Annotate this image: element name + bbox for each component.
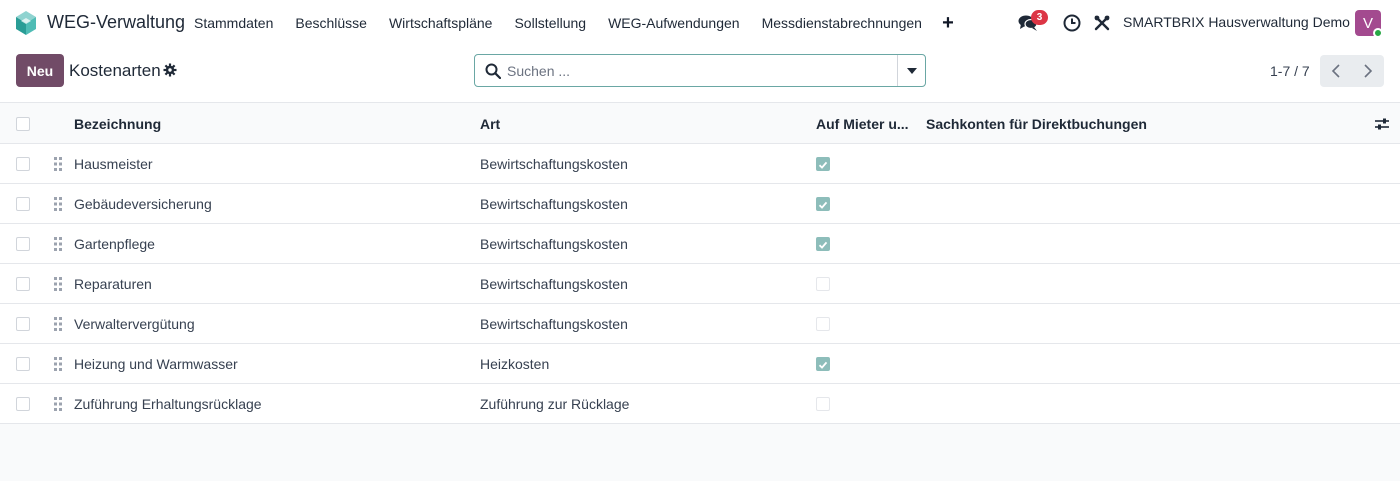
search-bar: [474, 54, 926, 87]
row-select-checkbox[interactable]: [16, 357, 30, 371]
top-navbar: WEG-Verwaltung Stammdaten Beschlüsse Wir…: [0, 0, 1400, 46]
column-header-sachkonten[interactable]: Sachkonten für Direktbuchungen: [926, 116, 1346, 132]
checkbox-checked: [816, 197, 830, 211]
cell-bezeichnung: Heizung und Warmwasser: [74, 356, 238, 372]
menu-item-sollstellung[interactable]: Sollstellung: [503, 15, 597, 31]
table-header: Bezeichnung Art Auf Mieter u... Sachkont…: [0, 104, 1400, 144]
checkmark-icon: [818, 361, 828, 369]
optional-columns-icon[interactable]: [1374, 116, 1390, 132]
checkbox-unchecked: [816, 277, 830, 291]
cell-art: Bewirtschaftungskosten: [480, 156, 628, 172]
table-row[interactable]: Heizung und Warmwasser Heizkosten: [0, 344, 1400, 384]
column-header-auf-mieter[interactable]: Auf Mieter u...: [816, 116, 912, 132]
chevron-left-icon: [1331, 64, 1340, 78]
cell-bezeichnung: Zuführung Erhaltungsrücklage: [74, 396, 262, 412]
cell-bezeichnung: Gebäudeversicherung: [74, 196, 212, 212]
cell-art: Bewirtschaftungskosten: [480, 196, 628, 212]
row-select-checkbox[interactable]: [16, 237, 30, 251]
drag-handle-icon[interactable]: [53, 276, 63, 292]
cell-bezeichnung: Verwaltervergütung: [74, 316, 195, 332]
row-select-checkbox[interactable]: [16, 277, 30, 291]
table-row[interactable]: Hausmeister Bewirtschaftungskosten: [0, 144, 1400, 184]
drag-handle-icon[interactable]: [53, 236, 63, 252]
menu-item-beschluesse[interactable]: Beschlüsse: [284, 15, 378, 31]
column-header-bezeichnung[interactable]: Bezeichnung: [74, 116, 464, 132]
plus-icon[interactable]: +: [933, 0, 963, 46]
checkmark-icon: [818, 241, 828, 249]
activity-button[interactable]: [1060, 0, 1084, 46]
main-menu: Stammdaten Beschlüsse Wirtschaftspläne S…: [183, 0, 963, 46]
menu-item-messdienstabrechnungen[interactable]: Messdienstabrechnungen: [751, 15, 933, 31]
pager-value[interactable]: 1-7 / 7: [1270, 63, 1310, 79]
checkbox-unchecked: [816, 397, 830, 411]
search-icon: [485, 63, 501, 79]
table-row[interactable]: Gebäudeversicherung Bewirtschaftungskoste…: [0, 184, 1400, 224]
cell-art: Bewirtschaftungskosten: [480, 316, 628, 332]
pager-next-button[interactable]: [1352, 55, 1384, 87]
company-switcher[interactable]: SMARTBRIX Hausverwaltung Demo: [1123, 14, 1350, 30]
drag-handle-icon[interactable]: [53, 196, 63, 212]
table-row[interactable]: Zuführung Erhaltungsrücklage Zuführung zu…: [0, 384, 1400, 424]
cell-bezeichnung: Gartenpflege: [74, 236, 155, 252]
drag-handle-icon[interactable]: [53, 156, 63, 172]
chevron-right-icon: [1364, 64, 1373, 78]
cell-bezeichnung: Hausmeister: [74, 156, 153, 172]
drag-handle-icon[interactable]: [53, 316, 63, 332]
app-logo-icon[interactable]: [12, 9, 40, 37]
row-select-checkbox[interactable]: [16, 157, 30, 171]
cell-art: Heizkosten: [480, 356, 550, 372]
checkbox-checked: [816, 157, 830, 171]
gear-icon[interactable]: [163, 63, 177, 77]
checkbox-checked: [816, 237, 830, 251]
control-panel: Neu Kostenarten 1-7 / 7: [0, 46, 1400, 103]
drag-handle-icon[interactable]: [53, 356, 63, 372]
online-status-icon: [1373, 28, 1383, 38]
caret-down-icon: [907, 67, 917, 74]
table-row[interactable]: Verwaltervergütung Bewirtschaftungskosten: [0, 304, 1400, 344]
page-title[interactable]: Kostenarten: [69, 61, 161, 81]
table-body: Hausmeister Bewirtschaftungskosten Gebäude…: [0, 144, 1400, 424]
table-row[interactable]: Reparaturen Bewirtschaftungskosten: [0, 264, 1400, 304]
tools-button[interactable]: [1090, 0, 1114, 46]
tools-icon: [1094, 15, 1110, 31]
table-row[interactable]: Gartenpflege Bewirtschaftungskosten: [0, 224, 1400, 264]
cell-bezeichnung: Reparaturen: [74, 276, 152, 292]
checkmark-icon: [818, 201, 828, 209]
column-header-art[interactable]: Art: [480, 116, 800, 132]
app-title[interactable]: WEG-Verwaltung: [47, 12, 185, 33]
search-options-toggle[interactable]: [898, 55, 926, 86]
clock-icon: [1063, 14, 1081, 32]
pager-previous-button[interactable]: [1320, 55, 1352, 87]
menu-item-weg-aufwendungen[interactable]: WEG-Aufwendungen: [597, 15, 751, 31]
messages-badge: 3: [1031, 10, 1048, 25]
checkmark-icon: [818, 161, 828, 169]
cell-art: Zuführung zur Rücklage: [480, 396, 630, 412]
new-button[interactable]: Neu: [16, 54, 64, 87]
row-select-checkbox[interactable]: [16, 317, 30, 331]
cell-art: Bewirtschaftungskosten: [480, 276, 628, 292]
menu-item-stammdaten[interactable]: Stammdaten: [183, 15, 284, 31]
row-select-checkbox[interactable]: [16, 397, 30, 411]
select-all-checkbox[interactable]: [16, 117, 30, 131]
menu-item-wirtschaftsplaene[interactable]: Wirtschaftspläne: [378, 15, 503, 31]
drag-handle-icon[interactable]: [53, 396, 63, 412]
search-input[interactable]: [507, 59, 887, 83]
list-view: Bezeichnung Art Auf Mieter u... Sachkont…: [0, 104, 1400, 424]
checkbox-unchecked: [816, 317, 830, 331]
row-select-checkbox[interactable]: [16, 197, 30, 211]
cell-art: Bewirtschaftungskosten: [480, 236, 628, 252]
checkbox-checked: [816, 357, 830, 371]
